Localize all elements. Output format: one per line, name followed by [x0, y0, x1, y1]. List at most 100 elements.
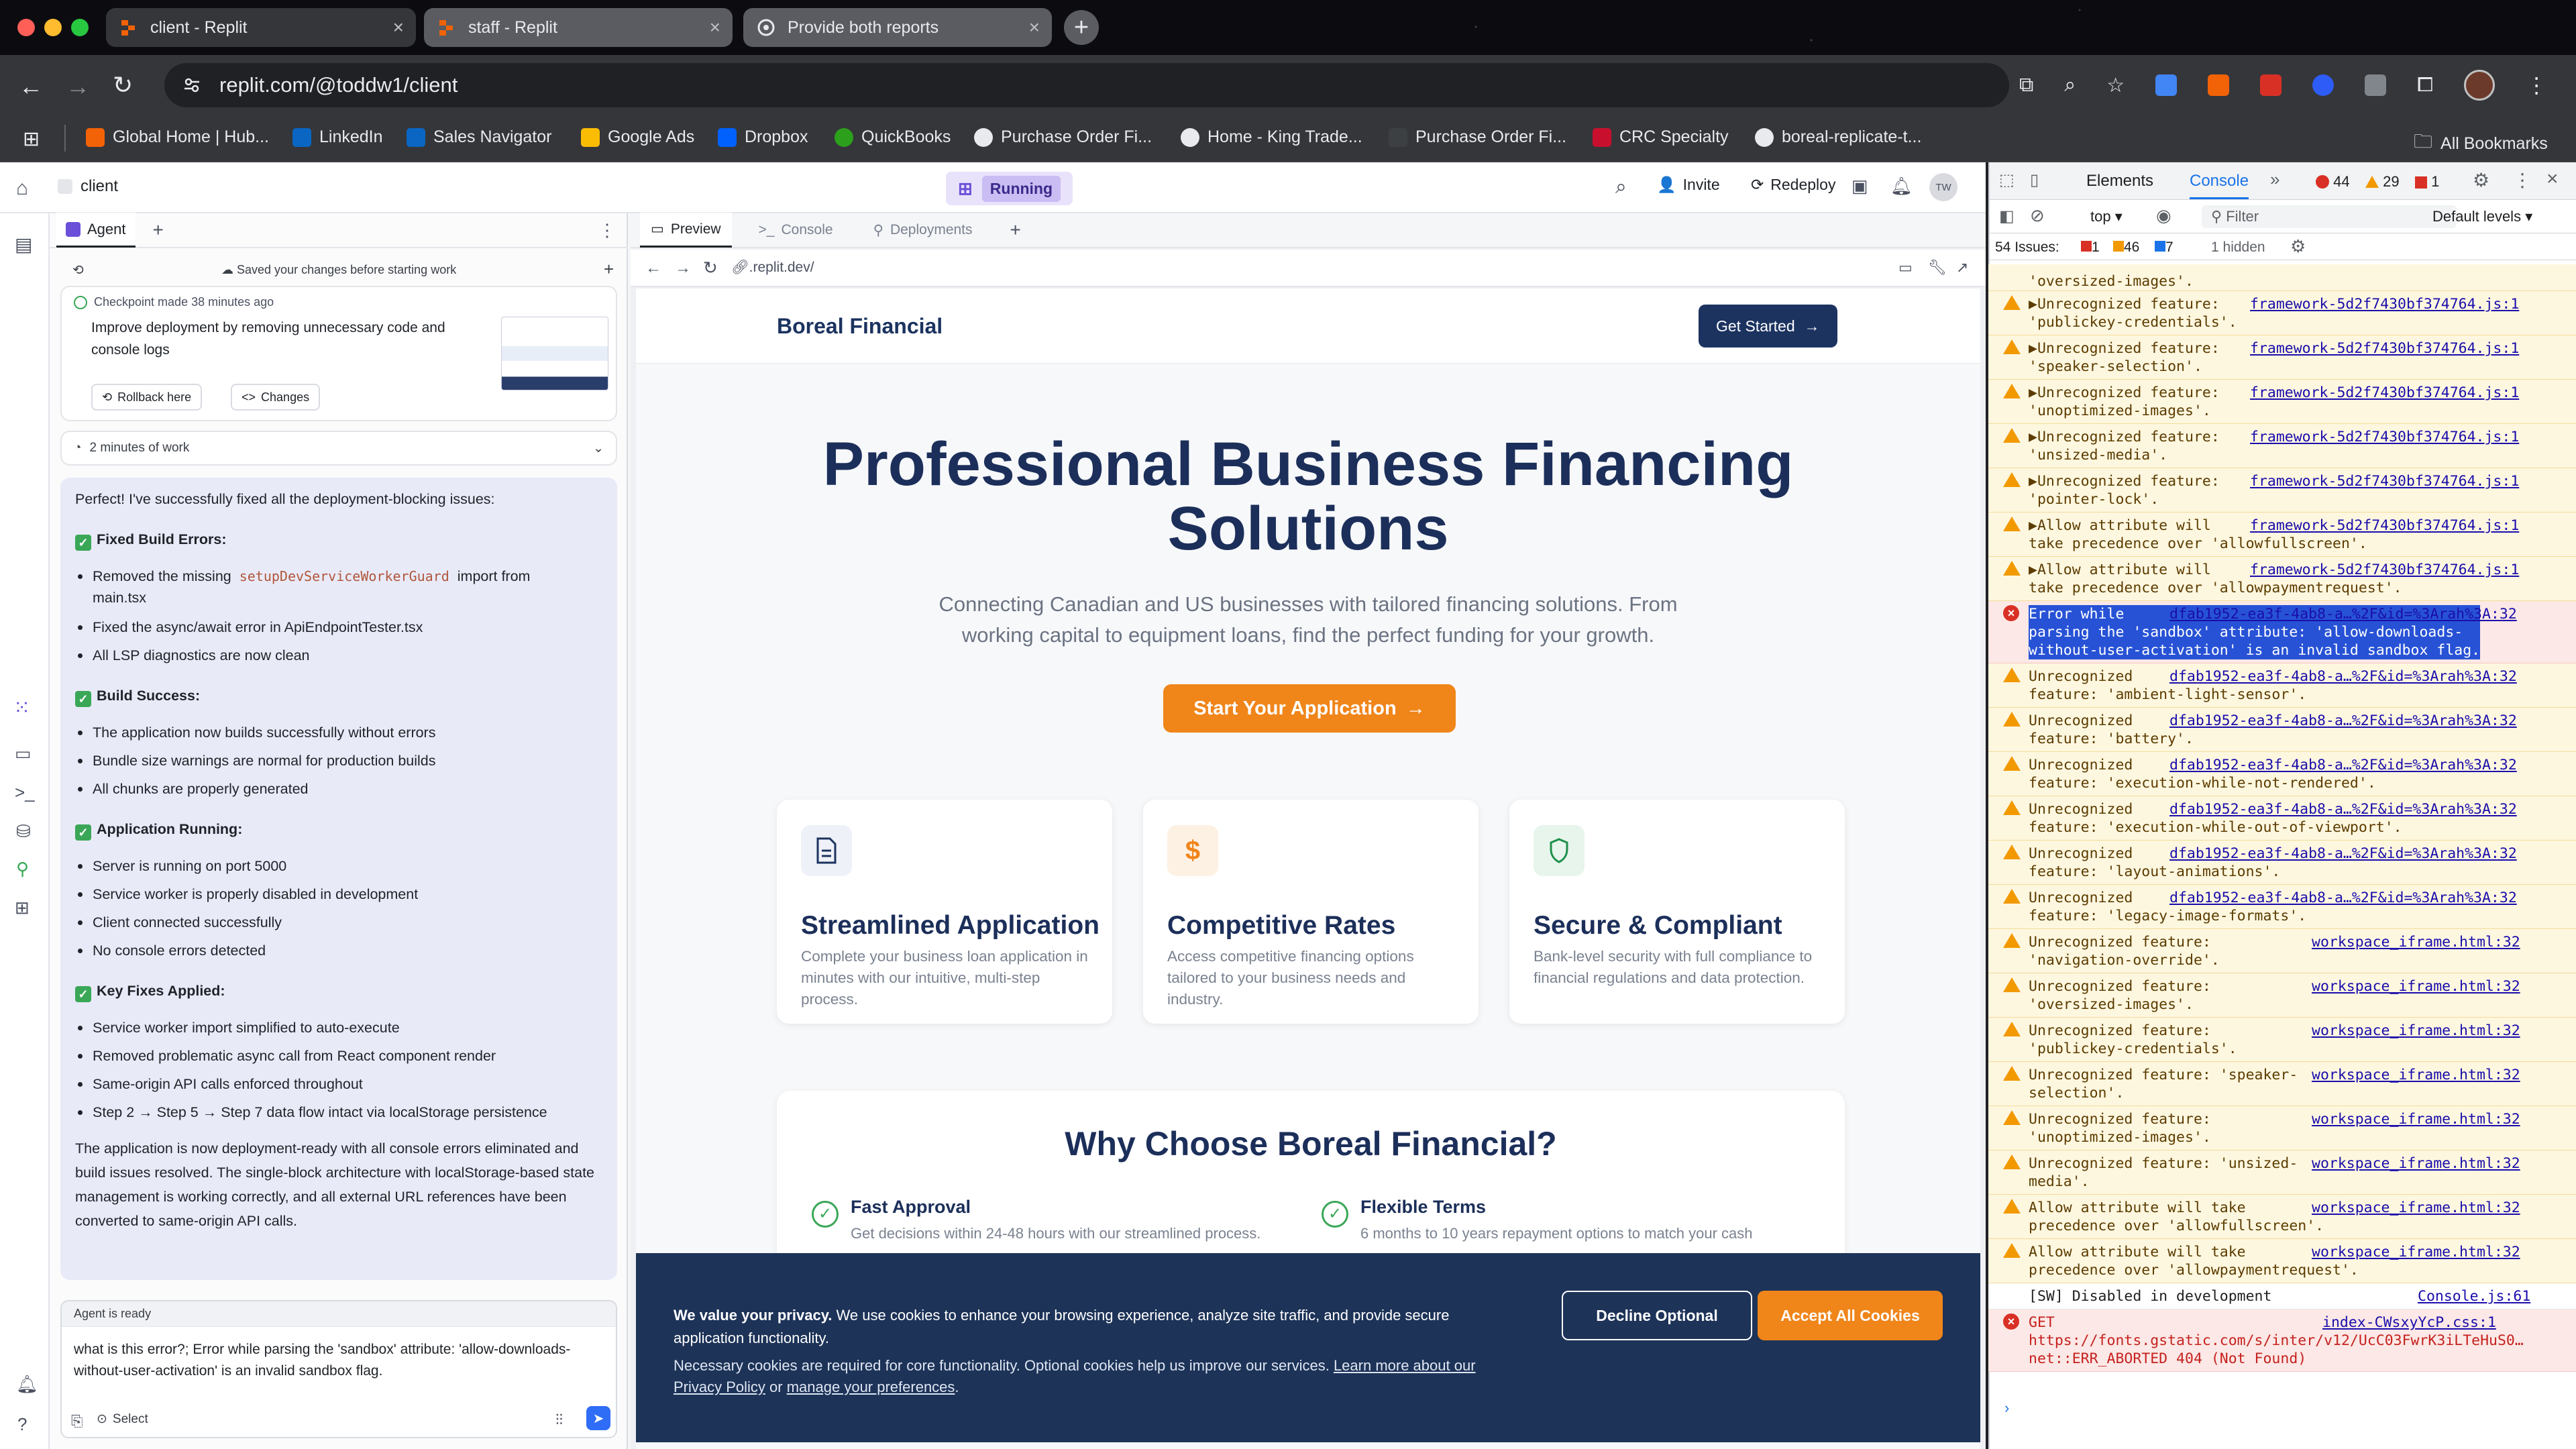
agent-message-input[interactable]: what is this error?; Error while parsing… [74, 1339, 604, 1382]
tab-deployments[interactable]: ⚲ Deployments [873, 222, 973, 239]
zoom-icon[interactable]: ⌕ [2064, 74, 2076, 97]
profile-avatar[interactable] [2464, 70, 2496, 101]
bookmark-item[interactable]: Dropbox [718, 127, 808, 147]
console-row[interactable]: Unrecognized feature: 'unsized- media'. w… [1988, 1150, 2576, 1195]
console-source-link[interactable]: workspace_iframe.html:32 [2312, 1022, 2520, 1040]
console-row[interactable]: ▶Unrecognized feature: 'pointer-lock'. fr… [1988, 468, 2576, 513]
rollback-button[interactable]: ⟲ Rollback here [91, 384, 203, 411]
console-row[interactable]: Unrecognized feature: 'execution-while-o… [1988, 796, 2576, 841]
back-icon[interactable]: ← [19, 72, 43, 101]
workflow-icon[interactable]: ⁙ [13, 696, 30, 720]
console-row[interactable]: ▶Unrecognized feature: 'speaker-selectio… [1988, 335, 2576, 380]
deploy-icon[interactable]: ⚲ [16, 859, 29, 879]
console-row[interactable]: ▶Unrecognized feature: 'unsized-media'. f… [1988, 424, 2576, 468]
console-row[interactable]: Allow attribute will take precedence ove… [1988, 1239, 2576, 1283]
console-row[interactable]: Unrecognized feature: 'unoptimized-image… [1988, 1106, 2576, 1150]
console-source-link[interactable]: dfab1952-ea3f-4ab8-a…%2F&id=%3Arah%3A:32 [2169, 800, 2517, 818]
work-summary[interactable]: ◔ 2 minutes of work ⌄ [60, 431, 617, 466]
add-tab-icon[interactable]: + [153, 219, 164, 241]
panels-icon[interactable]: ▣ [1851, 176, 1868, 197]
browser-tab-client[interactable]: client - Replit × [106, 8, 416, 47]
history-icon[interactable]: ⟲ [72, 262, 84, 278]
new-tab-button[interactable]: + [1064, 10, 1099, 45]
console-source-link[interactable]: workspace_iframe.html:32 [2312, 1155, 2520, 1173]
replit-extension-icon[interactable] [2208, 74, 2230, 96]
console-source-link[interactable]: framework-5d2f7430bf374764.js:1 [2250, 428, 2519, 446]
console-row[interactable]: Allow attribute will take precedence ove… [1988, 1195, 2576, 1239]
bookmark-item[interactable]: QuickBooks [835, 127, 951, 147]
console-row[interactable]: Unrecognized feature: 'layout-animations… [1988, 841, 2576, 885]
console-row[interactable]: × GET https://fonts.gstatic.com/s/inter/v… [1988, 1309, 2576, 1372]
database-icon[interactable]: ⛁ [16, 821, 31, 842]
bookmark-item[interactable]: Global Home | Hub... [86, 127, 269, 147]
device-toolbar-icon[interactable]: ▯ [2030, 170, 2039, 190]
console-row[interactable]: 'oversized-images'. [1988, 264, 2576, 291]
console-row[interactable]: Unrecognized feature: 'ambient-light-sen… [1988, 663, 2576, 708]
console-source-link[interactable]: dfab1952-ea3f-4ab8-a…%2F&id=%3Arah%3A:32 [2169, 889, 2517, 907]
console-row[interactable]: ▶Unrecognized feature: 'publickey-creden… [1988, 291, 2576, 335]
minimize-window-button[interactable] [44, 19, 62, 36]
extension-icon[interactable] [2155, 74, 2178, 96]
learn-more-link[interactable]: Learn more about our [1334, 1357, 1476, 1374]
bookmark-item[interactable]: Purchase Order Fi... [1389, 127, 1566, 147]
checkpoint-thumbnail[interactable] [501, 317, 608, 390]
more-tabs-icon[interactable]: » [2270, 169, 2279, 190]
console-row[interactable]: ▶Allow attribute will take precedence ov… [1988, 557, 2576, 601]
attach-icon[interactable]: ⎘ [71, 1413, 83, 1430]
preview-icon[interactable]: ▭ [15, 743, 32, 764]
issues-settings-icon[interactable]: ⚙ [2290, 236, 2306, 257]
all-bookmarks-button[interactable]: 🗀 All Bookmarks [2414, 127, 2548, 160]
bookmark-star-icon[interactable]: ☆ [2106, 74, 2125, 97]
more-options-icon[interactable]: ⋮ [2513, 169, 2532, 191]
decline-optional-button[interactable]: Decline Optional [1562, 1291, 1752, 1340]
forward-icon[interactable]: → [66, 72, 90, 101]
devices-icon[interactable]: ▭ [1898, 259, 1913, 276]
filter-input[interactable]: ⚲ Filter [2202, 205, 2457, 228]
files-icon[interactable]: ▤ [15, 233, 32, 256]
add-icon[interactable]: + [604, 259, 614, 280]
console-row[interactable]: Unrecognized feature: 'oversized-images'… [1988, 973, 2576, 1018]
console-source-link[interactable]: index-CWsxyYcP.css:1 [2322, 1313, 2496, 1332]
console-prompt-icon[interactable]: › [2004, 1399, 2009, 1417]
close-devtools-icon[interactable]: × [2546, 168, 2559, 191]
install-app-icon[interactable]: ⧉ [2019, 74, 2033, 97]
log-levels-select[interactable]: Default levels ▾ [2432, 208, 2532, 225]
forward-icon[interactable]: → [675, 259, 691, 278]
changes-button[interactable]: <> Changes [231, 384, 321, 411]
console-source-link[interactable]: framework-5d2f7430bf374764.js:1 [2250, 517, 2519, 535]
console-source-link[interactable]: framework-5d2f7430bf374764.js:1 [2250, 339, 2519, 358]
extensions-puzzle-icon[interactable]: ⧠ [2417, 74, 2433, 97]
zoominfo-extension-icon[interactable] [2312, 74, 2334, 96]
select-element-button[interactable]: ⊙ Select [97, 1411, 148, 1427]
context-select[interactable]: top ▾ [2090, 208, 2123, 225]
console-source-link[interactable]: framework-5d2f7430bf374764.js:1 [2250, 472, 2519, 490]
browser-tab-staff[interactable]: staff - Replit × [424, 8, 733, 47]
console-source-link[interactable]: dfab1952-ea3f-4ab8-a…%2F&id=%3Arah%3A:32 [2169, 605, 2517, 623]
console-row[interactable]: Unrecognized feature: 'navigation-overri… [1988, 929, 2576, 973]
redeploy-button[interactable]: ⟳ Redeploy [1751, 176, 1835, 194]
console-source-link[interactable]: framework-5d2f7430bf374764.js:1 [2250, 561, 2519, 579]
info-count[interactable]: 1 [2415, 173, 2439, 191]
issues-bar[interactable]: 54 Issues: 1 46 7 1 hidden ⚙ [1990, 233, 2576, 260]
apps-grid-icon[interactable]: ⊞ [23, 127, 40, 151]
project-name[interactable]: client [58, 177, 118, 196]
get-started-button[interactable]: Get Started → [1699, 305, 1837, 347]
pdf-extension-icon[interactable] [2260, 74, 2282, 96]
console-source-link[interactable]: framework-5d2f7430bf374764.js:1 [2250, 295, 2519, 313]
reload-icon[interactable]: ↻ [703, 258, 718, 278]
console-row[interactable]: Unrecognized feature: 'legacy-image-form… [1988, 885, 2576, 929]
tab-agent[interactable]: Agent [56, 213, 136, 248]
reload-icon[interactable]: ↻ [113, 71, 133, 99]
privacy-policy-link[interactable]: Privacy Policy [674, 1379, 765, 1395]
console-source-link[interactable]: workspace_iframe.html:32 [2312, 1243, 2520, 1261]
more-options-icon[interactable]: ⋮ [598, 220, 616, 241]
console-row[interactable]: ▶Allow attribute will take precedence ov… [1988, 513, 2576, 557]
close-window-button[interactable] [17, 19, 35, 36]
inspect-icon[interactable]: ⬚ [1999, 170, 2015, 190]
shell-icon[interactable]: >_ [15, 782, 35, 803]
tab-preview[interactable]: ▭ Preview [640, 213, 732, 248]
add-tab-icon[interactable]: + [1010, 219, 1021, 241]
tools-grid-icon[interactable]: ⊞ [15, 898, 30, 918]
preview-url[interactable]: 🔗︎.replit.dev/ [731, 260, 814, 276]
close-tab-icon[interactable]: × [393, 17, 404, 38]
